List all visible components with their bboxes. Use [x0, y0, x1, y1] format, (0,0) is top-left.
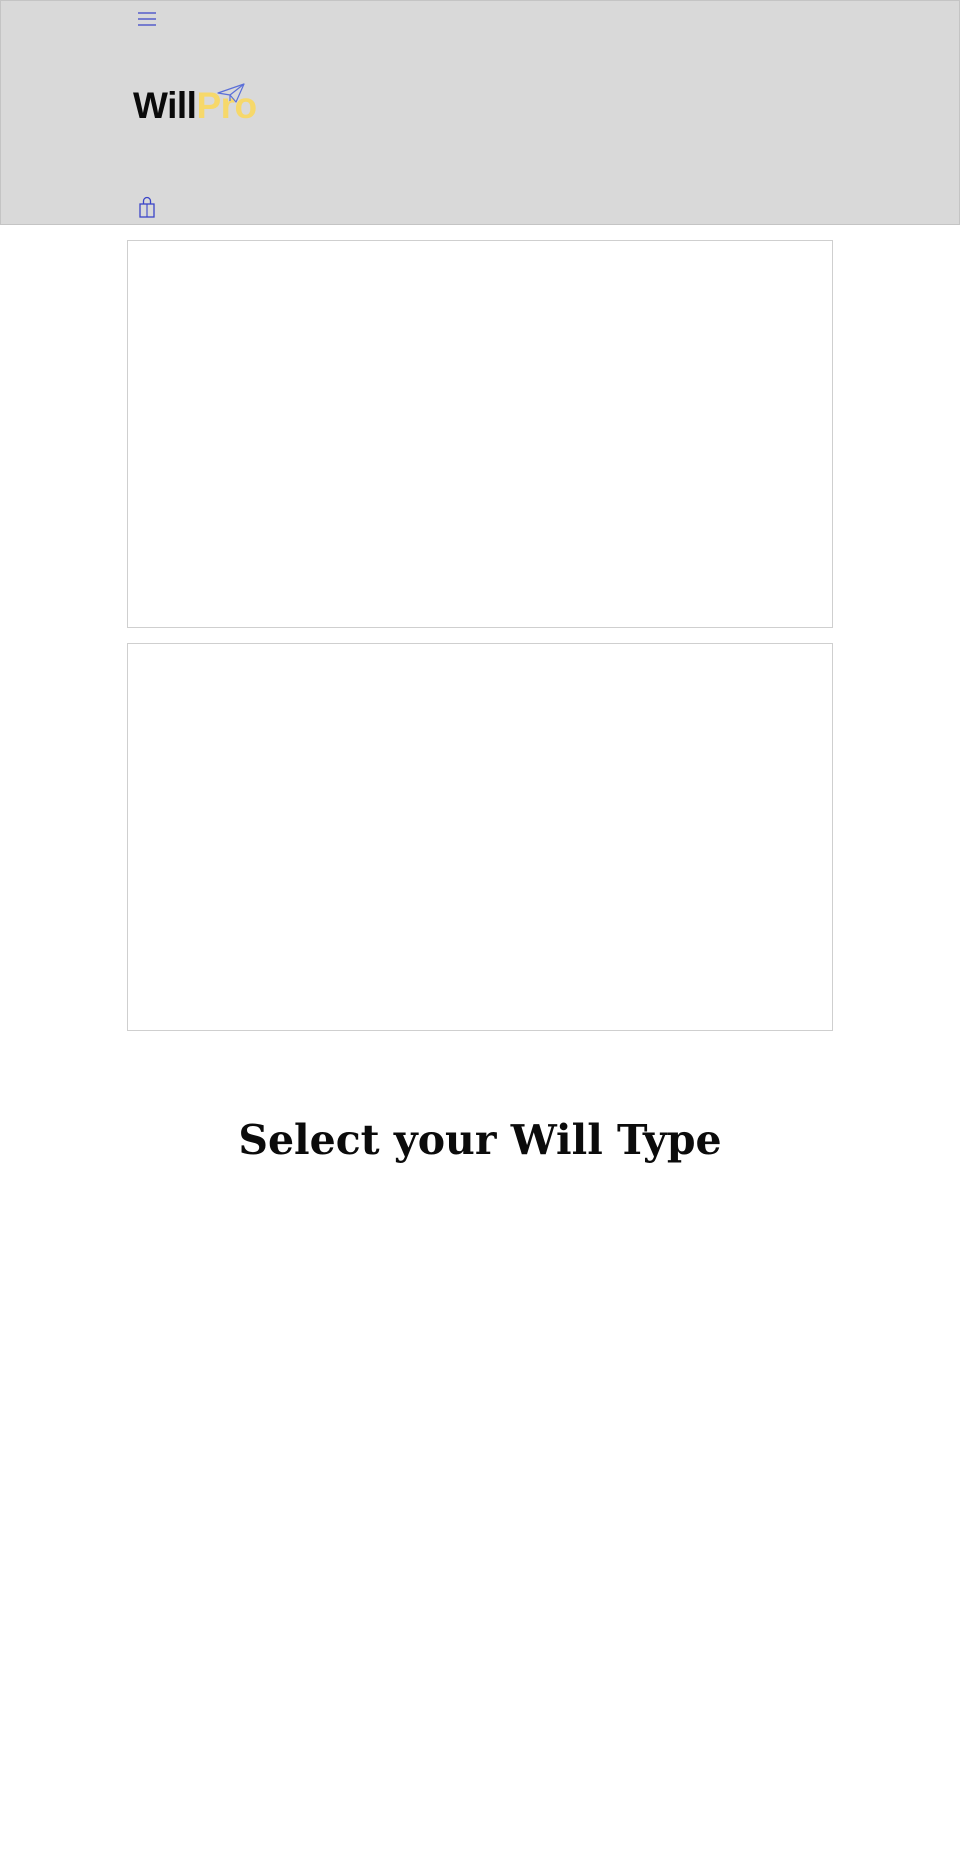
logo-text-will: Will	[133, 85, 197, 126]
shopping-bag-icon[interactable]	[137, 196, 157, 218]
site-header: Will Pro	[0, 0, 960, 225]
section-title: Select your Will Type	[238, 1116, 722, 1164]
menu-icon[interactable]	[135, 7, 159, 31]
site-logo[interactable]: Will Pro	[133, 83, 257, 129]
paper-plane-icon	[217, 83, 245, 103]
media-frame-1	[127, 240, 833, 628]
media-frame-2	[127, 643, 833, 1031]
